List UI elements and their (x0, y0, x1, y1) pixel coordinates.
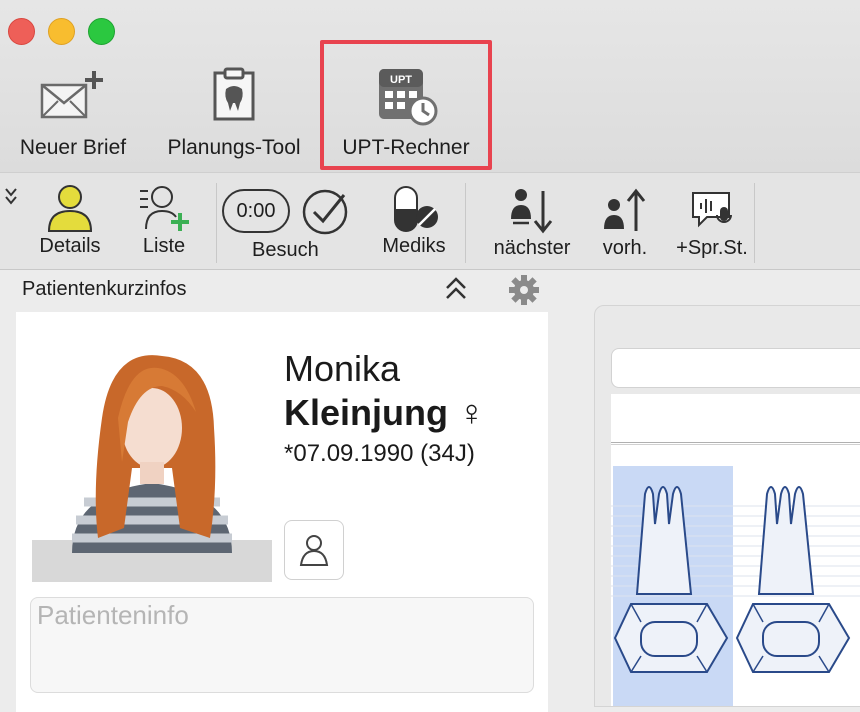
toolbar-divider (465, 183, 466, 263)
patient-first-name: Monika (284, 348, 401, 389)
minimize-window-button[interactable] (48, 18, 75, 45)
toolbar-divider (754, 183, 755, 263)
patient-card: Monika Kleinjung ♀ *07.09.1990 (34J) Pat… (16, 312, 548, 712)
collapse-chevrons-icon[interactable] (444, 276, 468, 307)
gear-icon[interactable] (508, 274, 540, 311)
patient-profile-button[interactable] (284, 520, 344, 580)
clipboard-tooth-icon (209, 60, 259, 130)
planning-tool-button[interactable]: Planungs-Tool (158, 60, 310, 160)
panel-title: Patientenkurzinfos (22, 278, 187, 300)
chart-search-field[interactable] (611, 348, 860, 388)
new-letter-button[interactable]: Neuer Brief (12, 60, 134, 160)
person-yellow-icon (47, 185, 93, 232)
patient-avatar[interactable] (32, 338, 272, 582)
list-label: Liste (142, 235, 186, 257)
patient-birthdate: *07.09.1990 (34J) (284, 440, 475, 467)
next-patient-button[interactable]: nächster (482, 185, 582, 260)
highlight-box (320, 40, 492, 170)
patient-info-field[interactable]: Patienteninfo (30, 597, 534, 693)
secondary-toolbar: Details Liste 0:00 Besuch Mediks nächste… (0, 172, 860, 270)
close-window-button[interactable] (8, 18, 35, 45)
zoom-window-button[interactable] (88, 18, 115, 45)
previous-patient-label: vorh. (602, 237, 648, 259)
patient-panel-header: Patientenkurzinfos (0, 268, 590, 312)
person-arrow-down-icon (511, 189, 553, 234)
patient-last-name: Kleinjung ♀ (284, 392, 485, 433)
medications-label: Mediks (382, 235, 446, 257)
visit-check-icon[interactable] (300, 187, 352, 242)
patient-info-placeholder: Patienteninfo (37, 600, 189, 630)
window-titlebar: Neuer Brief Planungs-Tool UPT UPT-Rechne… (0, 0, 860, 172)
speech-note-label: +Spr.St. (676, 237, 748, 259)
envelope-plus-icon (38, 60, 108, 130)
chevron-double-down-icon[interactable] (4, 187, 18, 214)
speech-bubble-mic-icon (692, 192, 732, 228)
person-arrow-up-icon (604, 188, 646, 231)
female-avatar-icon (72, 355, 232, 553)
person-outline-icon (299, 535, 329, 566)
list-button[interactable]: Liste (124, 183, 204, 258)
previous-patient-button[interactable]: vorh. (594, 185, 656, 260)
dental-chart-panel (594, 305, 860, 707)
next-patient-label: nächster (493, 237, 571, 259)
visit-label: Besuch (252, 239, 319, 261)
dental-chart-area (611, 394, 860, 706)
teeth-drawing (611, 486, 860, 673)
details-button[interactable]: Details (30, 183, 110, 258)
speech-note-button[interactable]: +Spr.St. (666, 185, 758, 260)
medications-button[interactable]: Mediks (372, 183, 456, 258)
visit-timer-button[interactable]: 0:00 (222, 189, 290, 233)
details-label: Details (39, 235, 101, 257)
pill-icon (394, 186, 438, 232)
timer-value: 0:00 (236, 200, 276, 222)
person-list-plus-icon (140, 186, 189, 231)
toolbar-divider (216, 183, 217, 263)
new-letter-label: Neuer Brief (19, 136, 127, 159)
planning-tool-label: Planungs-Tool (167, 136, 301, 159)
